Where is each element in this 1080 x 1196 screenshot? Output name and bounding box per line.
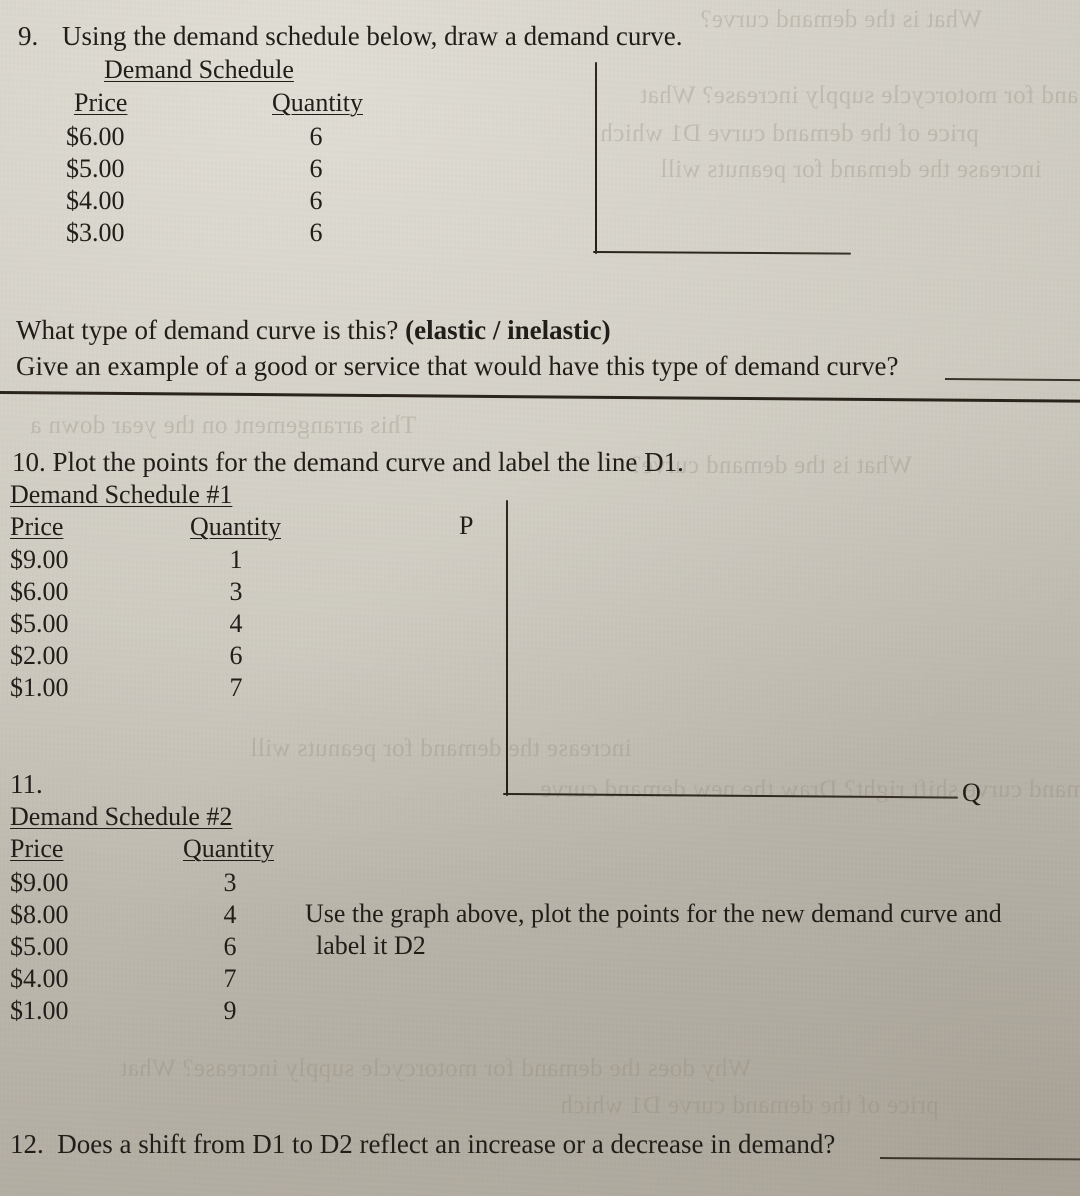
q9-followup-type-question: What type of demand curve is this? (elas… bbox=[16, 315, 611, 345]
question-11-number: 11. bbox=[10, 769, 43, 799]
q10-table-title: Demand Schedule #1 bbox=[10, 480, 233, 509]
cell-quantity: 6 bbox=[309, 154, 323, 183]
cell-price: $1.00 bbox=[10, 673, 69, 702]
q9-followup-type-label: What type of demand curve is this? bbox=[16, 315, 399, 345]
q9-followup-choices: (elastic / inelastic) bbox=[405, 315, 611, 345]
cell-price: $6.00 bbox=[10, 577, 69, 606]
question-9-number: 9. bbox=[18, 21, 39, 51]
cell-price: $5.00 bbox=[10, 609, 69, 638]
question-12-number: 12. bbox=[10, 1129, 44, 1159]
question-12-prompt: Does a shift from D1 to D2 reflect an in… bbox=[57, 1129, 836, 1159]
worksheet-page: What is the demand curve? Why does the d… bbox=[0, 0, 1080, 1196]
question-10-number: 10. bbox=[12, 447, 46, 477]
paper-lighting bbox=[0, 0, 1080, 1196]
paper-grain bbox=[0, 0, 1080, 1196]
bleed-through-text: Why does the demand for motorcycle suppl… bbox=[120, 1055, 752, 1082]
q11-table-title: Demand Schedule #2 bbox=[10, 802, 233, 831]
q11-header-price: Price bbox=[10, 834, 64, 863]
q9-x-axis bbox=[592, 251, 852, 255]
cell-quantity: 6 bbox=[229, 641, 243, 670]
cell-quantity: 6 bbox=[309, 186, 323, 215]
q9-followup-answer-line[interactable] bbox=[944, 378, 1080, 382]
q11-header-quantity: Quantity bbox=[183, 834, 274, 863]
question-9-prompt: Using the demand schedule below, draw a … bbox=[62, 21, 683, 51]
cell-quantity: 6 bbox=[309, 218, 323, 247]
cell-quantity: 6 bbox=[309, 122, 323, 151]
section-divider bbox=[0, 391, 1080, 403]
shared-graph-y-axis-label: P bbox=[459, 511, 474, 540]
q12-answer-line[interactable] bbox=[879, 1157, 1080, 1161]
bleed-through-text: This arrangement on the year down a bbox=[30, 412, 417, 439]
q9-header-price: Price bbox=[74, 88, 128, 117]
bleed-through-text: increase the demand for peanuts will bbox=[250, 735, 632, 762]
cell-price: $9.00 bbox=[10, 545, 69, 574]
shared-graph-y-axis bbox=[506, 500, 508, 796]
q11-instruction-line-2: label it D2 bbox=[316, 931, 426, 960]
cell-quantity: 4 bbox=[223, 900, 237, 929]
bleed-through-text: increase the demand for peanuts will bbox=[660, 156, 1042, 183]
q10-header-quantity: Quantity bbox=[190, 512, 281, 541]
cell-quantity: 1 bbox=[229, 545, 243, 574]
cell-quantity: 4 bbox=[229, 609, 243, 638]
question-10-heading: 10. Plot the points for the demand curve… bbox=[12, 447, 684, 477]
q9-followup-example-question: Give an example of a good or service tha… bbox=[16, 351, 899, 381]
q9-table-title: Demand Schedule bbox=[104, 55, 294, 84]
cell-quantity: 3 bbox=[223, 868, 237, 897]
cell-price: $9.00 bbox=[10, 868, 69, 897]
cell-quantity: 3 bbox=[229, 577, 243, 606]
q11-instruction-line-1: Use the graph above, plot the points for… bbox=[305, 899, 1002, 928]
cell-price: $6.00 bbox=[66, 122, 125, 151]
q9-y-axis bbox=[595, 62, 597, 254]
cell-price: $2.00 bbox=[10, 641, 69, 670]
cell-price: $4.00 bbox=[66, 186, 125, 215]
cell-price: $1.00 bbox=[10, 996, 69, 1025]
question-10-prompt: Plot the points for the demand curve and… bbox=[52, 447, 684, 477]
cell-quantity: 7 bbox=[223, 964, 237, 993]
question-12-heading: 12. Does a shift from D1 to D2 reflect a… bbox=[10, 1129, 836, 1159]
bleed-through-text: price of the demand curve D1 which bbox=[560, 1092, 939, 1119]
cell-price: $8.00 bbox=[10, 900, 69, 929]
cell-price: $5.00 bbox=[10, 932, 69, 961]
q9-header-quantity: Quantity bbox=[272, 88, 363, 117]
cell-quantity: 7 bbox=[229, 673, 243, 702]
bleed-through-text: demand curve shift right? Draw the new d… bbox=[540, 776, 1080, 803]
cell-quantity: 9 bbox=[223, 996, 237, 1025]
bleed-through-text: Why does the demand for motorcycle suppl… bbox=[640, 82, 1080, 109]
bleed-through-text: What is the demand curve? bbox=[700, 6, 983, 33]
shared-graph-x-axis bbox=[502, 793, 958, 799]
q10-header-price: Price bbox=[10, 512, 64, 541]
cell-price: $3.00 bbox=[66, 218, 125, 247]
cell-quantity: 6 bbox=[223, 932, 237, 961]
bleed-through-text: price of the demand curve D1 which bbox=[600, 120, 979, 147]
cell-price: $5.00 bbox=[66, 154, 125, 183]
cell-price: $4.00 bbox=[10, 964, 69, 993]
shared-graph-x-axis-label: Q bbox=[962, 778, 981, 807]
